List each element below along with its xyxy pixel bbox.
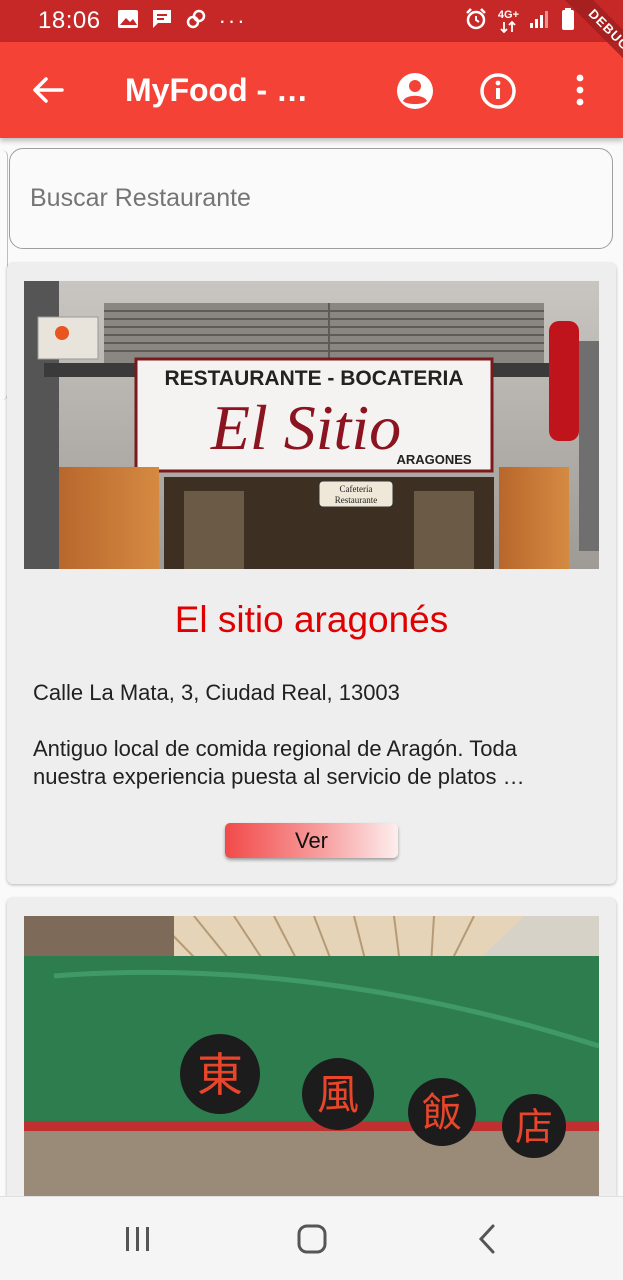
svg-text:Restaurante: Restaurante (335, 495, 377, 505)
more-vert-icon (576, 74, 584, 106)
restaurant-name: El sitio aragonés (174, 599, 449, 640)
restaurant-card[interactable]: 東 風 飯 店 (7, 898, 616, 1218)
status-bar: 18:06 ··· 4G+ (0, 0, 623, 42)
info-icon (480, 73, 516, 109)
image-icon (117, 9, 139, 34)
search-box[interactable] (9, 148, 613, 249)
navigation-bar (0, 1196, 623, 1280)
recents-icon (126, 1227, 149, 1251)
notification-icons: ··· (117, 8, 247, 35)
svg-text:飯: 飯 (422, 1090, 462, 1136)
app-bar: MyFood - … (0, 42, 623, 138)
restaurant-address: Calle La Mata, 3, Ciudad Real, 13003 (33, 680, 400, 705)
app-title: MyFood - … (125, 72, 309, 108)
restaurant-image: RESTAURANTE - BOCATERIA El Sitio ARAGONE… (24, 281, 599, 569)
status-time: 18:06 (38, 7, 101, 34)
network-label: 4G+ (497, 8, 519, 21)
svg-text:店: 店 (515, 1105, 553, 1149)
home-button[interactable] (292, 1219, 332, 1259)
svg-text:風: 風 (317, 1070, 359, 1119)
restaurant-image: 東 風 飯 店 (24, 916, 599, 1216)
svg-text:RESTAURANTE - BOCATERIA: RESTAURANTE - BOCATERIA (164, 367, 463, 390)
more-notifications-indicator: ··· (218, 8, 247, 33)
info-button[interactable] (477, 70, 519, 112)
battery-icon (561, 7, 575, 36)
account-circle-icon (397, 73, 433, 109)
back-arrow-icon (33, 77, 64, 103)
view-button[interactable]: Ver (225, 823, 398, 858)
more-options-button[interactable] (565, 70, 595, 112)
link-icon (185, 8, 207, 35)
network-icon: 4G+ (497, 8, 519, 33)
nav-back-button[interactable] (468, 1219, 508, 1259)
system-icons: 4G+ (464, 7, 575, 36)
alarm-icon (464, 7, 488, 36)
signal-icon (529, 9, 551, 34)
svg-text:El Sitio: El Sitio (210, 392, 401, 463)
svg-text:ARAGONES: ARAGONES (396, 452, 471, 467)
back-icon (478, 1224, 495, 1254)
screen: 18:06 ··· 4G+ MyFood - … DEBUG Buscar Re… (0, 0, 623, 1280)
message-icon (151, 8, 173, 35)
restaurant-card[interactable]: RESTAURANTE - BOCATERIA El Sitio ARAGONE… (7, 263, 616, 884)
recents-button[interactable] (118, 1219, 158, 1259)
account-button[interactable] (394, 70, 436, 112)
restaurant-description: Antiguo local de comida regional de Arag… (33, 736, 525, 789)
svg-text:Cafetería: Cafetería (340, 484, 373, 494)
back-button[interactable] (28, 70, 68, 110)
search-input[interactable] (30, 184, 590, 213)
svg-text:東: 東 (197, 1048, 243, 1102)
home-icon (297, 1224, 327, 1254)
